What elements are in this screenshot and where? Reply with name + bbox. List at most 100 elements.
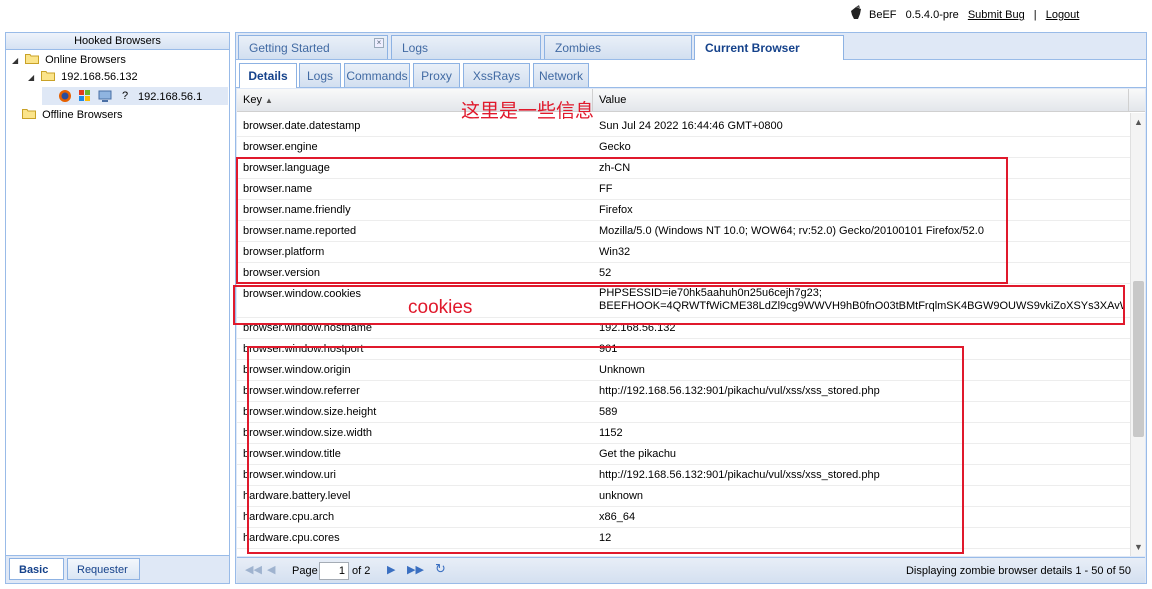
- tab-details-logs[interactable]: Logs: [299, 63, 341, 87]
- row-value: x86_64: [599, 511, 636, 523]
- main-panel: Getting Started × Logs Zombies Current B…: [235, 32, 1147, 584]
- row-value: Sun Jul 24 2022 16:44:46 GMT+0800: [599, 120, 783, 132]
- hooked-browsers-panel: Hooked Browsers ◢ Online Browsers ◢ 192.…: [5, 32, 230, 556]
- sub-tab-strip: Details Logs Commands Proxy XssRays Netw…: [236, 60, 1146, 88]
- header-separator: |: [1033, 9, 1037, 21]
- row-value: 1152: [599, 427, 623, 439]
- table-row[interactable]: browser.name.reported Mozilla/5.0 (Window…: [237, 221, 1130, 242]
- table-row[interactable]: hardware.cpu.arch x86_64: [237, 507, 1130, 528]
- scrollbar-thumb[interactable]: [1133, 281, 1144, 437]
- table-row[interactable]: browser.window.origin Unknown: [237, 360, 1130, 381]
- submit-bug-link[interactable]: Submit Bug: [968, 9, 1025, 21]
- vertical-scrollbar[interactable]: ▲ ▼: [1130, 113, 1145, 556]
- tab-getting-started[interactable]: Getting Started ×: [238, 35, 388, 59]
- tab-zombies[interactable]: Zombies: [544, 35, 692, 59]
- prev-page-icon[interactable]: ◀: [267, 563, 275, 576]
- scroll-up-icon[interactable]: ▲: [1131, 115, 1145, 129]
- tree-offline-browsers[interactable]: Offline Browsers: [22, 106, 123, 124]
- tab-basic[interactable]: Basic: [9, 558, 64, 580]
- table-row[interactable]: browser.name.friendly Firefox: [237, 200, 1130, 221]
- host-ip-label: 192.168.56.132: [61, 71, 138, 83]
- expand-arrow-icon[interactable]: ◢: [12, 52, 22, 70]
- hooked-browsers-title: Hooked Browsers: [6, 33, 229, 50]
- next-page-icon[interactable]: ▶: [387, 563, 395, 576]
- row-key: hardware.battery.level: [243, 490, 351, 502]
- row-value: 589: [599, 406, 618, 418]
- table-row[interactable]: browser.window.uri http://192.168.56.132:…: [237, 465, 1130, 486]
- tab-logs[interactable]: Logs: [391, 35, 541, 59]
- row-key: browser.language: [243, 162, 330, 174]
- table-row[interactable]: browser.name FF: [237, 179, 1130, 200]
- table-row[interactable]: browser.window.hostname 192.168.56.132: [237, 318, 1130, 339]
- row-value: 12: [599, 532, 612, 544]
- tab-proxy[interactable]: Proxy: [413, 63, 460, 87]
- first-page-icon[interactable]: ◀◀: [245, 563, 262, 576]
- page-total-label: of 2: [352, 565, 371, 577]
- tab-current-browser[interactable]: Current Browser: [694, 35, 844, 60]
- table-row[interactable]: browser.platform Win32: [237, 242, 1130, 263]
- table-row[interactable]: browser.window.referrer http://192.168.56…: [237, 381, 1130, 402]
- row-value: 192.168.56.132: [599, 322, 676, 334]
- details-grid: Key ▲ Value browser.date.datestamp Sun Ju…: [237, 89, 1145, 556]
- tab-network[interactable]: Network: [533, 63, 589, 87]
- cookie-line-1: PHPSESSID=ie70hk5aahuh0n25u6cejh7g23;: [599, 287, 822, 299]
- paging-toolbar: ◀◀ ◀ Page 1 of 2 ▶ ▶▶ ↻ Displaying zombi…: [237, 557, 1145, 583]
- tree-online-browsers[interactable]: ◢ Online Browsers: [12, 51, 126, 69]
- page-label: Page: [292, 565, 318, 577]
- tab-requester[interactable]: Requester: [67, 558, 140, 580]
- row-key: browser.date.datestamp: [243, 120, 361, 132]
- cookie-line-2: BEEFHOOK=4QRWTfWiCME38LdZl9cg9WWVH9hB0fn…: [599, 300, 1125, 312]
- browser-ip-label: 192.168.56.1: [138, 91, 203, 103]
- logout-link[interactable]: Logout: [1046, 9, 1080, 21]
- close-icon[interactable]: ×: [374, 38, 384, 48]
- table-row[interactable]: browser.window.size.width 1152: [237, 423, 1130, 444]
- row-key: browser.window.uri: [243, 469, 336, 481]
- row-key: browser.window.referrer: [243, 385, 360, 397]
- row-key: browser.name: [243, 183, 313, 195]
- tab-details[interactable]: Details: [239, 63, 297, 88]
- refresh-icon[interactable]: ↻: [435, 561, 446, 577]
- row-value: Mozilla/5.0 (Windows NT 10.0; WOW64; rv:…: [599, 225, 984, 237]
- last-page-icon[interactable]: ▶▶: [407, 563, 424, 576]
- tree-hooked-browser[interactable]: ? 192.168.56.1: [42, 87, 228, 105]
- tab-xssrays[interactable]: XssRays: [463, 63, 530, 87]
- row-value: zh-CN: [599, 162, 631, 174]
- paging-status: Displaying zombie browser details 1 - 50…: [905, 565, 1131, 577]
- app-name: BeEF: [869, 9, 897, 21]
- table-row[interactable]: browser.language zh-CN: [237, 158, 1130, 179]
- table-row[interactable]: hardware.cpu.cores 12: [237, 528, 1130, 549]
- row-value: Get the pikachu: [599, 448, 677, 460]
- row-value: Win32: [599, 246, 631, 258]
- table-row[interactable]: browser.window.cookies PHPSESSID=ie70hk5a…: [237, 284, 1130, 318]
- grid-header: Key ▲ Value: [237, 89, 1145, 112]
- row-key: hardware.cpu.arch: [243, 511, 335, 523]
- table-row[interactable]: browser.engine Gecko: [237, 137, 1130, 158]
- scroll-down-icon[interactable]: ▼: [1131, 540, 1145, 554]
- beef-logo-icon: [851, 5, 861, 19]
- computer-icon: [98, 90, 112, 102]
- annotation-cookies-note: cookies: [408, 297, 473, 318]
- row-key: browser.window.hostport: [243, 343, 364, 355]
- main-tab-strip: Getting Started × Logs Zombies Current B…: [236, 33, 1146, 60]
- folder-open-icon: [41, 71, 56, 81]
- table-row[interactable]: browser.date.datestamp Sun Jul 24 2022 16…: [237, 116, 1130, 137]
- unknown-hardware-icon: ?: [122, 90, 129, 102]
- row-key: browser.version: [243, 267, 321, 279]
- row-value: unknown: [599, 490, 644, 502]
- row-value: 901: [599, 343, 618, 355]
- table-row[interactable]: browser.version 52: [237, 263, 1130, 284]
- tab-commands[interactable]: Commands: [344, 63, 410, 87]
- page-number-input[interactable]: 1: [319, 562, 349, 580]
- table-row[interactable]: browser.window.title Get the pikachu: [237, 444, 1130, 465]
- table-row[interactable]: hardware.battery.level unknown: [237, 486, 1130, 507]
- expand-arrow-icon[interactable]: ◢: [28, 69, 38, 87]
- row-key: browser.platform: [243, 246, 325, 258]
- table-row[interactable]: browser.window.size.height 589: [237, 402, 1130, 423]
- row-key: browser.engine: [243, 141, 318, 153]
- offline-browsers-label: Offline Browsers: [42, 109, 123, 121]
- tree-host-node[interactable]: ◢ 192.168.56.132: [28, 68, 138, 86]
- row-value: PHPSESSID=ie70hk5aahuh0n25u6cejh7g23; BEE…: [599, 287, 1125, 313]
- table-row[interactable]: browser.window.hostport 901: [237, 339, 1130, 360]
- column-value-header[interactable]: Value: [593, 89, 1129, 112]
- row-value: Unknown: [599, 364, 645, 376]
